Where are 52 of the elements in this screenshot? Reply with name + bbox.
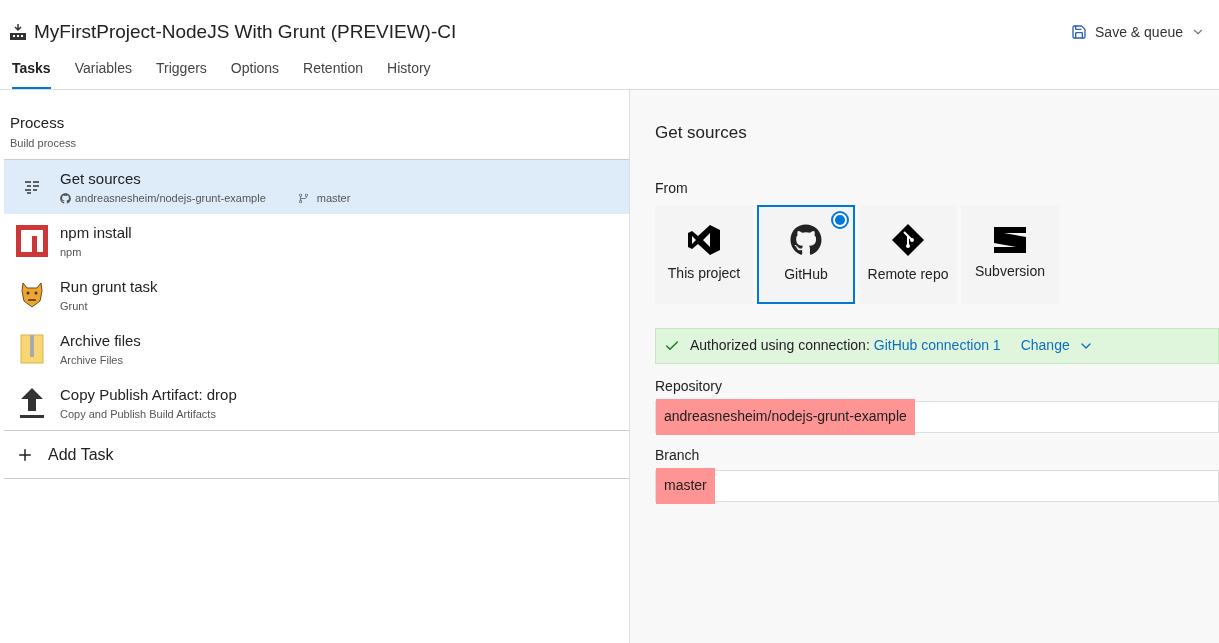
task-name: Archive files xyxy=(60,330,141,351)
process-title: Process xyxy=(10,113,66,133)
text-field[interactable]: andreasnesheim/nodejs-grunt-example xyxy=(655,400,1219,433)
git-icon xyxy=(892,223,924,256)
task-name: npm install xyxy=(60,222,132,243)
process-subtitle: Build process xyxy=(10,135,78,151)
task-subtitle: npm xyxy=(60,245,83,260)
tab[interactable]: History xyxy=(387,50,431,89)
add-task-button[interactable]: Add Task xyxy=(4,430,629,479)
task-name: Run grunt task xyxy=(60,276,158,297)
boar-face-icon xyxy=(20,281,44,309)
tab[interactable]: Options xyxy=(230,50,280,89)
radio-selected-icon xyxy=(831,210,849,229)
branch-icon xyxy=(297,192,309,204)
tab[interactable]: Triggers xyxy=(156,50,207,89)
source-option[interactable]: This project xyxy=(655,204,753,304)
task-repo: andreasnesheim/nodejs-grunt-example xyxy=(75,191,266,206)
task-name: Copy Publish Artifact: drop xyxy=(60,384,237,405)
details-title: Get sources xyxy=(655,122,748,144)
tab[interactable]: Variables xyxy=(74,50,132,89)
visual-studio-icon xyxy=(688,224,720,255)
github-icon xyxy=(790,223,822,256)
build-icon xyxy=(10,24,26,40)
source-option[interactable]: GitHub xyxy=(757,204,855,304)
source-option[interactable]: Remote repo xyxy=(859,204,957,304)
list-icon xyxy=(24,180,40,194)
task-subtitle: Copy and Publish Build Artifacts xyxy=(60,407,217,422)
connection-link[interactable]: GitHub connection 1 xyxy=(873,335,1001,356)
tab[interactable]: Tasks xyxy=(12,50,51,89)
zip-folder-icon xyxy=(20,334,44,364)
task-branch: master xyxy=(316,191,351,206)
field-label: Branch xyxy=(655,445,701,465)
source-option[interactable]: Subversion xyxy=(961,204,1059,304)
npm-logo-icon xyxy=(16,225,48,257)
auth-text: Authorized using connection: xyxy=(690,336,870,355)
github-icon xyxy=(60,192,71,204)
task-subtitle: Grunt xyxy=(60,299,89,314)
field-value: master xyxy=(656,467,715,504)
task-name: Get sources xyxy=(60,168,142,189)
field-value: andreasnesheim/nodejs-grunt-example xyxy=(656,398,915,435)
text-field[interactable]: master xyxy=(655,469,1219,502)
field-label: Repository xyxy=(655,376,723,396)
tab[interactable]: Retention xyxy=(303,50,363,89)
task-item[interactable]: Get sources andreasnesheim/nodejs-grunt-example master xyxy=(4,160,629,214)
task-subtitle: Archive Files xyxy=(60,353,124,368)
subversion-icon xyxy=(994,226,1026,253)
save-queue-button[interactable]: Save & queue xyxy=(1071,21,1209,43)
change-button[interactable]: Change xyxy=(1020,335,1094,356)
pipeline-title: MyFirstProject-NodeJS With Grunt (PREVIEW)-CI xyxy=(34,19,457,44)
from-label: From xyxy=(655,178,689,198)
save-icon xyxy=(1071,24,1088,40)
upload-icon xyxy=(20,387,44,419)
